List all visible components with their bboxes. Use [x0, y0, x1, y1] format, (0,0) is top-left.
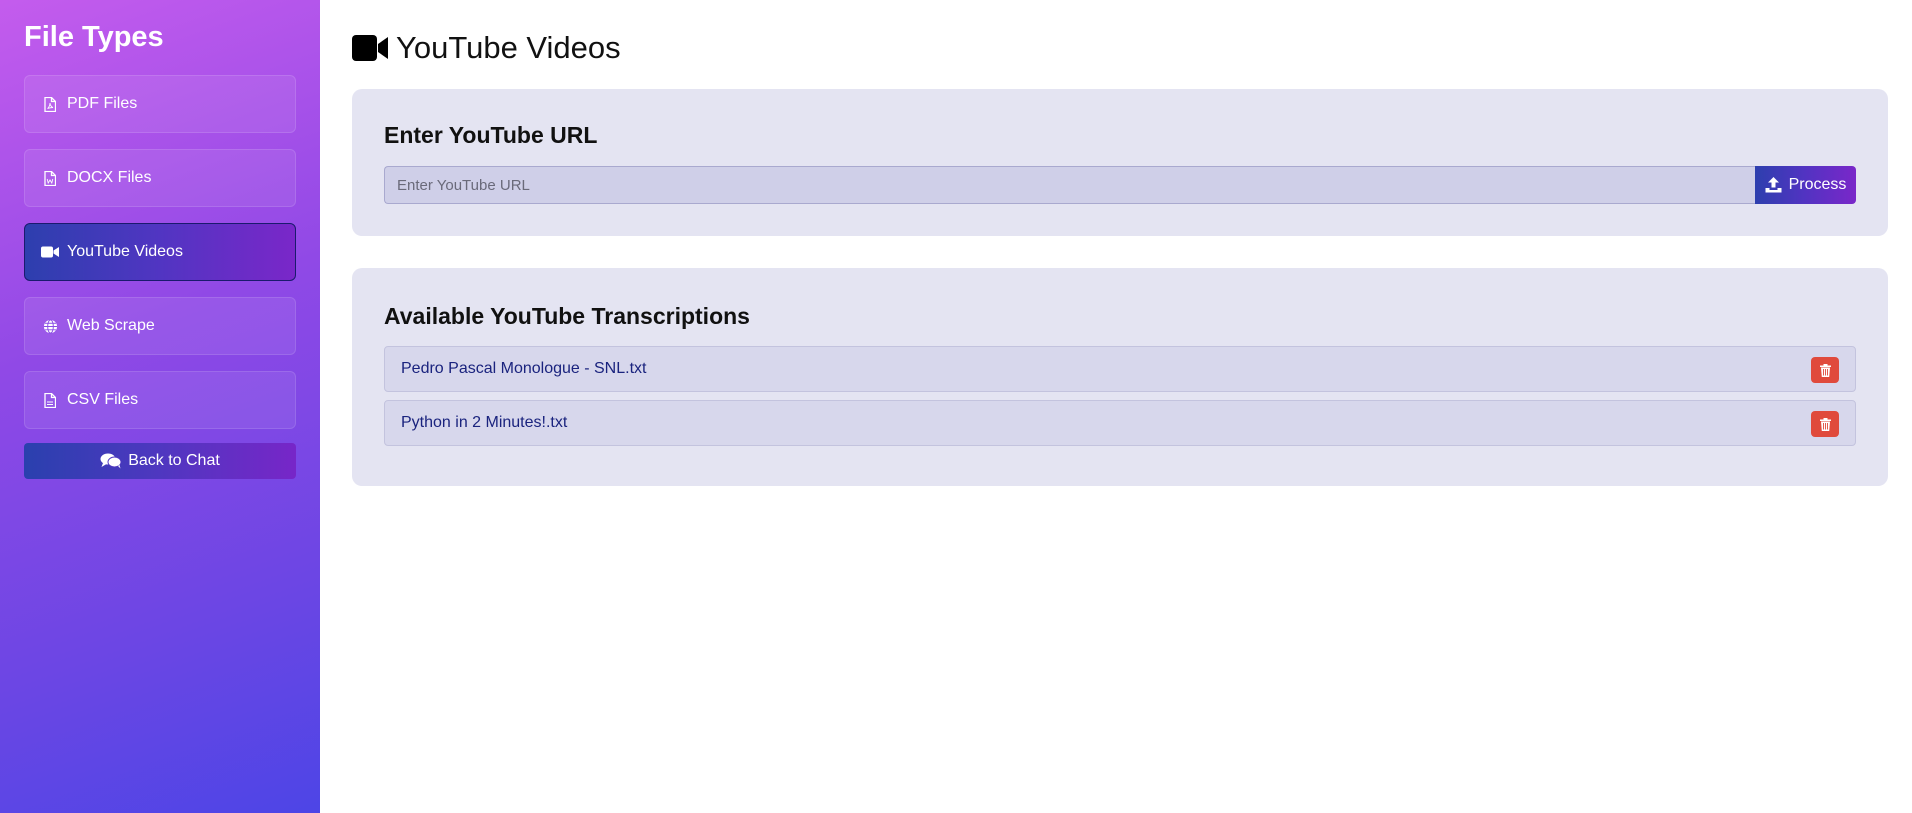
sidebar-item-web-scrape[interactable]: Web Scrape [24, 297, 296, 355]
process-button-label: Process [1788, 176, 1847, 193]
sidebar-item-docx[interactable]: DOCX Files [24, 149, 296, 207]
back-to-chat-button[interactable]: Back to Chat [24, 443, 296, 479]
pdf-file-icon [41, 96, 59, 112]
word-file-icon [41, 170, 59, 186]
page-title: YouTube Videos [352, 30, 621, 66]
youtube-url-card: Enter YouTube URL Process [352, 89, 1888, 236]
main-content: YouTube Videos Enter YouTube URL Process… [320, 0, 1912, 813]
back-to-chat-label: Back to Chat [128, 452, 220, 469]
transcriptions-heading: Available YouTube Transcriptions [384, 303, 750, 329]
process-button[interactable]: Process [1755, 166, 1856, 204]
transcription-name[interactable]: Pedro Pascal Monologue - SNL.txt [401, 360, 646, 378]
sidebar-item-label: YouTube Videos [67, 243, 183, 260]
youtube-url-input[interactable] [384, 166, 1755, 204]
sidebar-item-label: DOCX Files [67, 169, 152, 186]
video-camera-icon [352, 35, 388, 61]
sidebar-item-label: PDF Files [67, 95, 138, 112]
video-camera-icon [41, 244, 59, 260]
sidebar-title: File Types [24, 21, 164, 53]
page-title-text: YouTube Videos [396, 30, 621, 65]
url-card-heading: Enter YouTube URL [384, 122, 598, 148]
delete-button[interactable] [1811, 411, 1839, 437]
sidebar-item-label: CSV Files [67, 391, 139, 408]
globe-icon [41, 318, 59, 334]
list-item[interactable]: Pedro Pascal Monologue - SNL.txt [384, 346, 1856, 392]
trash-icon [1819, 417, 1831, 431]
transcription-name[interactable]: Python in 2 Minutes!.txt [401, 414, 567, 432]
sidebar: File Types PDF Files DOCX Files YouTube … [0, 0, 320, 813]
delete-button[interactable] [1811, 357, 1839, 383]
csv-file-icon [41, 392, 59, 408]
sidebar-item-label: Web Scrape [67, 317, 155, 334]
sidebar-item-pdf[interactable]: PDF Files [24, 75, 296, 133]
url-input-group: Process [384, 166, 1856, 204]
upload-icon [1765, 177, 1783, 193]
comments-icon [100, 453, 122, 469]
sidebar-item-csv[interactable]: CSV Files [24, 371, 296, 429]
transcriptions-card: Available YouTube Transcriptions Pedro P… [352, 268, 1888, 486]
trash-icon [1819, 363, 1831, 377]
sidebar-item-youtube[interactable]: YouTube Videos [24, 223, 296, 281]
list-item[interactable]: Python in 2 Minutes!.txt [384, 400, 1856, 446]
